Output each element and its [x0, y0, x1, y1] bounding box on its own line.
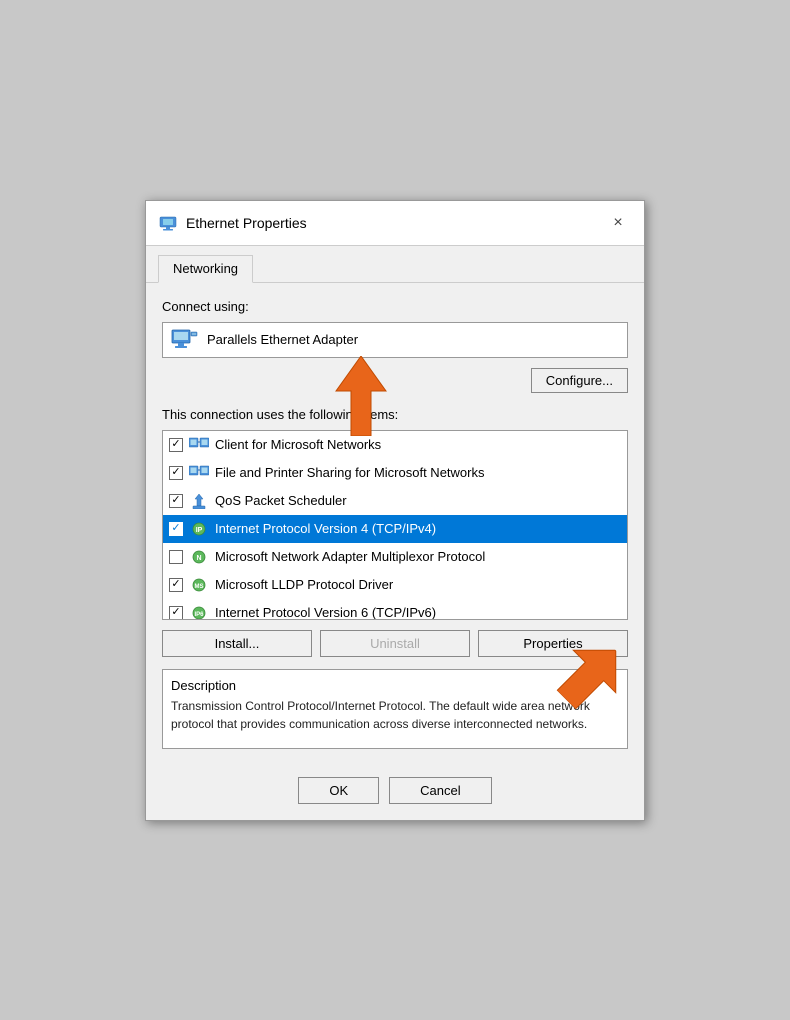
item-text-5: Microsoft LLDP Protocol Driver [215, 577, 393, 592]
item-text-3: Internet Protocol Version 4 (TCP/IPv4) [215, 521, 436, 536]
connect-using-label: Connect using: [162, 299, 628, 314]
close-button[interactable]: × [604, 209, 632, 237]
uninstall-button[interactable]: Uninstall [320, 630, 470, 657]
list-item-0[interactable]: Client for Microsoft Networks [163, 431, 627, 459]
adapter-name: Parallels Ethernet Adapter [207, 332, 358, 347]
checkbox-3[interactable] [169, 522, 183, 536]
adapter-icon [171, 329, 199, 351]
item-text-6: Internet Protocol Version 6 (TCP/IPv6) [215, 605, 436, 620]
tab-networking[interactable]: Networking [158, 255, 253, 283]
install-button[interactable]: Install... [162, 630, 312, 657]
cancel-button[interactable]: Cancel [389, 777, 491, 804]
checkbox-5[interactable] [169, 578, 183, 592]
list-item-6[interactable]: IP6 Internet Protocol Version 6 (TCP/IPv… [163, 599, 627, 620]
description-text: Transmission Control Protocol/Internet P… [171, 697, 619, 733]
items-list[interactable]: Client for Microsoft Networks File and P… [162, 430, 628, 620]
title-bar: Ethernet Properties × [146, 201, 644, 246]
title-bar-left: Ethernet Properties [158, 213, 307, 233]
window-title: Ethernet Properties [186, 215, 307, 231]
checkbox-1[interactable] [169, 466, 183, 480]
list-item-4[interactable]: N Microsoft Network Adapter Multiplexor … [163, 543, 627, 571]
configure-button[interactable]: Configure... [531, 368, 628, 393]
adapter-box: Parallels Ethernet Adapter [162, 322, 628, 358]
svg-text:MS: MS [195, 584, 204, 590]
list-item-1[interactable]: File and Printer Sharing for Microsoft N… [163, 459, 627, 487]
item-icon-1 [189, 465, 209, 481]
item-text-4: Microsoft Network Adapter Multiplexor Pr… [215, 549, 485, 564]
properties-button[interactable]: Properties [478, 630, 628, 657]
action-buttons-row: Install... Uninstall Properties [162, 630, 628, 657]
item-icon-0 [189, 437, 209, 453]
configure-row: Configure... [162, 368, 628, 393]
checkbox-2[interactable] [169, 494, 183, 508]
ok-button[interactable]: OK [298, 777, 379, 804]
checkbox-4[interactable] [169, 550, 183, 564]
list-item-2[interactable]: QoS Packet Scheduler [163, 487, 627, 515]
ethernet-icon [158, 213, 178, 233]
ethernet-properties-dialog: Ethernet Properties × Networking Connect… [145, 200, 645, 821]
item-icon-5: MS [189, 577, 209, 593]
footer-row: OK Cancel [146, 765, 644, 820]
checkbox-0[interactable] [169, 438, 183, 452]
description-title: Description [171, 678, 619, 693]
item-icon-3: IP [189, 521, 209, 537]
svg-text:IP: IP [196, 527, 203, 534]
checkbox-6[interactable] [169, 606, 183, 620]
item-text-1: File and Printer Sharing for Microsoft N… [215, 465, 484, 480]
item-icon-2 [189, 493, 209, 509]
tab-bar: Networking [146, 246, 644, 283]
connection-items-label: This connection uses the following items… [162, 407, 628, 422]
dialog-body: Connect using: Parallels Ethernet Adapte… [146, 283, 644, 765]
item-text-0: Client for Microsoft Networks [215, 437, 381, 452]
list-item-3[interactable]: IP Internet Protocol Version 4 (TCP/IPv4… [163, 515, 627, 543]
svg-text:N: N [196, 555, 201, 562]
item-icon-4: N [189, 549, 209, 565]
description-box: Description Transmission Control Protoco… [162, 669, 628, 749]
svg-text:IP6: IP6 [194, 612, 204, 618]
item-icon-6: IP6 [189, 605, 209, 620]
item-text-2: QoS Packet Scheduler [215, 493, 347, 508]
list-item-5[interactable]: MS Microsoft LLDP Protocol Driver [163, 571, 627, 599]
